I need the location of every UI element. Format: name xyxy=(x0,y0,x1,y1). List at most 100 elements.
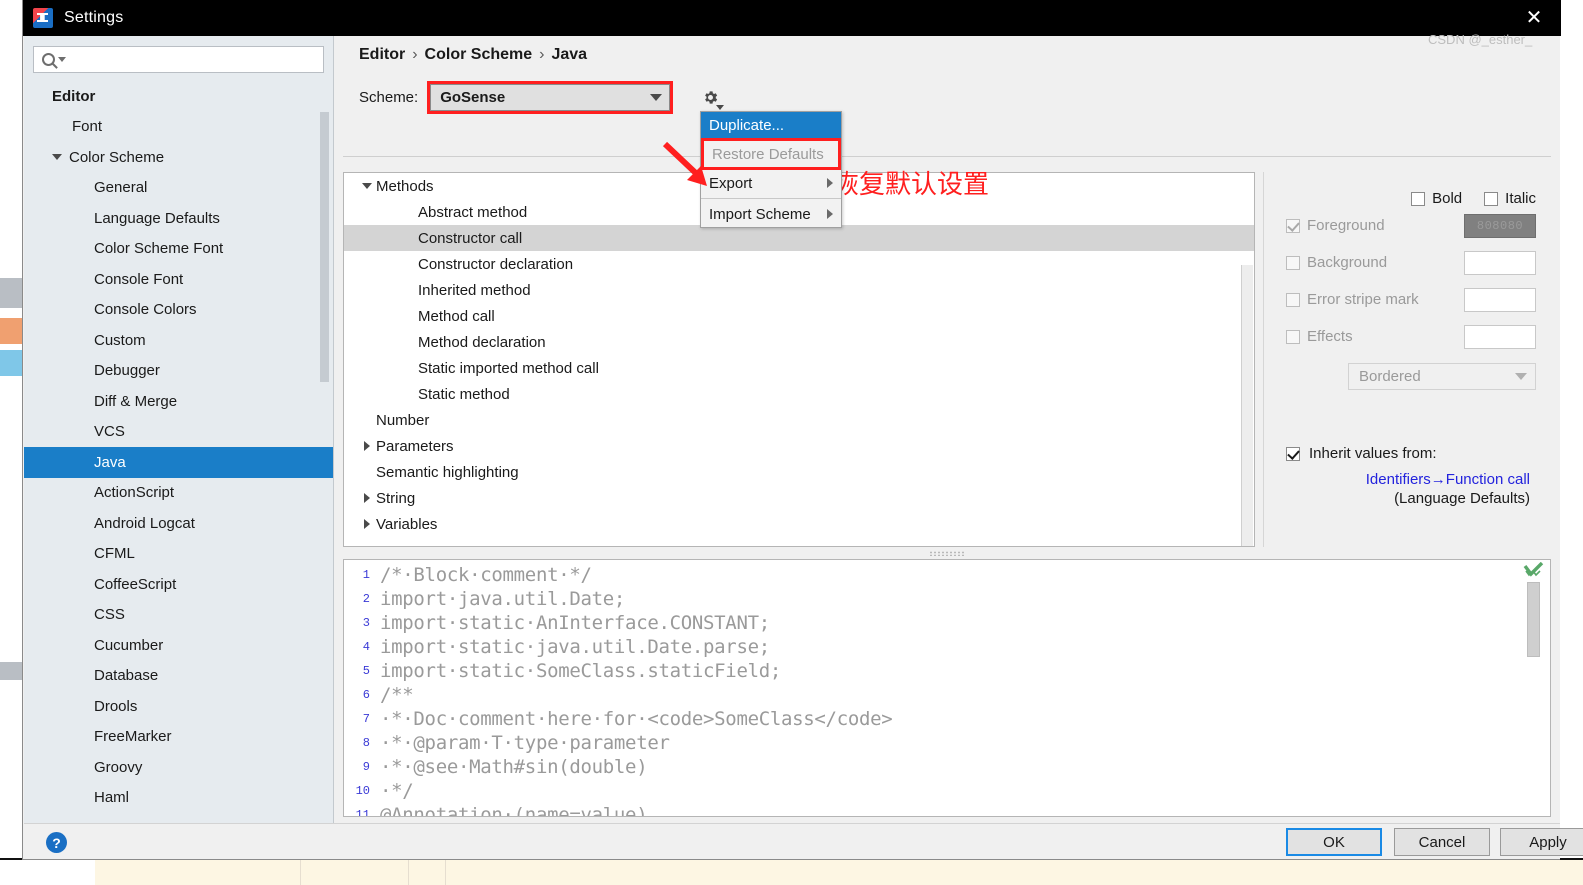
code-line-number: 5 xyxy=(362,664,370,678)
color-tree-row-label: Methods xyxy=(376,177,434,195)
help-icon[interactable]: ? xyxy=(46,832,67,853)
italic-checkbox-row[interactable]: Italic xyxy=(1484,190,1536,207)
effects-checkbox-row[interactable]: Effects xyxy=(1286,328,1464,345)
effects-checkbox[interactable] xyxy=(1286,329,1300,344)
close-icon[interactable]: ✕ xyxy=(1507,0,1561,36)
sidebar-item-actionscript[interactable]: ActionScript xyxy=(24,478,333,509)
search-box[interactable] xyxy=(33,46,324,73)
foreground-checkbox[interactable] xyxy=(1286,218,1300,233)
sidebar-item-android-logcat[interactable]: Android Logcat xyxy=(24,508,333,539)
scheme-settings-button[interactable] xyxy=(697,85,725,111)
color-tree-row[interactable]: Parameters xyxy=(344,433,1254,459)
chevron-right-icon[interactable] xyxy=(358,519,376,529)
background-checkbox[interactable] xyxy=(1286,255,1300,270)
bold-checkbox-row[interactable]: Bold xyxy=(1411,190,1462,207)
color-tree-row[interactable]: String xyxy=(344,485,1254,511)
sidebar-item-database[interactable]: Database xyxy=(24,661,333,692)
search-input[interactable] xyxy=(66,51,323,68)
dialog-footer: ? OK Cancel Apply xyxy=(24,823,1583,859)
background-color-swatch[interactable] xyxy=(1464,250,1536,275)
color-tree-row[interactable]: Method call xyxy=(344,303,1254,329)
bold-checkbox[interactable] xyxy=(1411,191,1426,206)
color-tree-row[interactable]: Constructor call xyxy=(344,225,1254,251)
sidebar-item-general[interactable]: General xyxy=(24,173,333,204)
cancel-button[interactable]: Cancel xyxy=(1394,828,1490,856)
sidebar-item-editor[interactable]: Editor xyxy=(24,81,333,112)
sidebar-item-font[interactable]: Font xyxy=(24,112,333,143)
panel-splitter[interactable] xyxy=(343,548,1551,559)
apply-button[interactable]: Apply xyxy=(1500,828,1583,856)
sidebar-item-debugger[interactable]: Debugger xyxy=(24,356,333,387)
ok-button[interactable]: OK xyxy=(1286,828,1382,856)
color-tree-row-label: Constructor call xyxy=(418,229,523,247)
sidebar-scrollbar-track[interactable] xyxy=(320,74,331,819)
sidebar-item-custom[interactable]: Custom xyxy=(24,325,333,356)
sidebar-item-cfml[interactable]: CFML xyxy=(24,539,333,570)
color-tree-row[interactable]: Semantic highlighting xyxy=(344,459,1254,485)
sidebar-item-groovy[interactable]: Groovy xyxy=(24,752,333,783)
menu-item-export[interactable]: Export xyxy=(701,170,841,196)
color-tree-row[interactable]: Inherited method xyxy=(344,277,1254,303)
menu-item-import-scheme[interactable]: Import Scheme xyxy=(701,201,841,227)
inherit-checkbox[interactable] xyxy=(1286,446,1300,461)
italic-checkbox[interactable] xyxy=(1484,191,1499,206)
sidebar-item-cucumber[interactable]: Cucumber xyxy=(24,630,333,661)
sidebar-item-drools[interactable]: Drools xyxy=(24,691,333,722)
sidebar-item-color-scheme-font[interactable]: Color Scheme Font xyxy=(24,234,333,265)
sidebar-item-console-colors[interactable]: Console Colors xyxy=(24,295,333,326)
sidebar-item-vcs[interactable]: VCS xyxy=(24,417,333,448)
chevron-down-icon[interactable] xyxy=(52,154,62,161)
breadcrumb-part-1[interactable]: Editor xyxy=(359,46,405,63)
color-tree-row[interactable]: Number xyxy=(344,407,1254,433)
error-stripe-checkbox-row[interactable]: Error stripe mark xyxy=(1286,291,1464,308)
sidebar-item-coffeescript[interactable]: CoffeeScript xyxy=(24,569,333,600)
sidebar-item-color-scheme[interactable]: Color Scheme xyxy=(24,142,333,173)
background-checkbox-row[interactable]: Background xyxy=(1286,254,1464,271)
scheme-select[interactable]: GoSense xyxy=(430,84,671,111)
error-stripe-color-swatch[interactable] xyxy=(1464,287,1536,312)
sidebar-item-haml[interactable]: Haml xyxy=(24,783,333,814)
menu-item-restore-defaults[interactable]: Restore Defaults xyxy=(704,141,838,167)
search-dropdown-icon[interactable] xyxy=(58,57,66,62)
inherit-label: Inherit values from: xyxy=(1309,445,1437,462)
breadcrumb: Editor › Color Scheme › Java xyxy=(359,46,587,64)
chevron-right-glyph xyxy=(364,493,370,503)
sidebar-item-console-font[interactable]: Console Font xyxy=(24,264,333,295)
dialog-title-bar: Settings ✕ xyxy=(23,0,1561,36)
breadcrumb-part-3[interactable]: Java xyxy=(551,46,587,63)
foreground-color-swatch[interactable]: 808080 xyxy=(1464,213,1536,238)
color-tree-row[interactable]: Variables xyxy=(344,511,1254,537)
sidebar-item-java[interactable]: Java xyxy=(24,447,333,478)
effects-type-select[interactable]: Bordered xyxy=(1348,363,1536,390)
menu-item-duplicate-label: Duplicate... xyxy=(709,116,785,134)
sidebar-item-label: Database xyxy=(94,667,159,685)
effects-color-swatch[interactable] xyxy=(1464,324,1536,349)
inherit-row[interactable]: Inherit values from: xyxy=(1264,390,1552,462)
sidebar-item-diff-merge[interactable]: Diff & Merge xyxy=(24,386,333,417)
menu-item-duplicate[interactable]: Duplicate... xyxy=(701,112,841,138)
chevron-right-icon[interactable] xyxy=(358,493,376,503)
inherit-source-link[interactable]: Identifiers→Function call xyxy=(1264,462,1552,488)
color-tree-row[interactable]: Method declaration xyxy=(344,329,1254,355)
menu-item-restore-defaults-label: Restore Defaults xyxy=(712,145,824,163)
color-tree-row[interactable]: Static method xyxy=(344,381,1254,407)
color-tree-row[interactable]: Static imported method call xyxy=(344,355,1254,381)
color-tree-row[interactable]: Constructor declaration xyxy=(344,251,1254,277)
foreground-checkbox-row[interactable]: Foreground xyxy=(1286,217,1464,234)
sidebar-scrollbar-thumb[interactable] xyxy=(320,112,329,382)
sidebar-item-label: Language Defaults xyxy=(94,209,220,227)
code-line-number: 6 xyxy=(362,688,370,702)
code-preview-scrollbar-thumb[interactable] xyxy=(1527,582,1540,657)
sidebar-item-freemarker[interactable]: FreeMarker xyxy=(24,722,333,753)
color-tree-scrollbar[interactable] xyxy=(1241,265,1253,546)
error-stripe-checkbox[interactable] xyxy=(1286,292,1300,307)
sidebar-item-language-defaults[interactable]: Language Defaults xyxy=(24,203,333,234)
sidebar-item-css[interactable]: CSS xyxy=(24,600,333,631)
code-preview-text[interactable]: /*·Block·comment·*/import·java.util.Date… xyxy=(374,560,1550,816)
code-preview-panel[interactable]: 123456789101112 /*·Block·comment·*/impor… xyxy=(343,559,1551,817)
font-style-row: Bold Italic xyxy=(1264,172,1552,207)
breadcrumb-part-2[interactable]: Color Scheme xyxy=(425,46,533,63)
chevron-down-icon[interactable] xyxy=(358,183,376,189)
chevron-right-icon[interactable] xyxy=(358,441,376,451)
menu-separator xyxy=(701,198,841,199)
